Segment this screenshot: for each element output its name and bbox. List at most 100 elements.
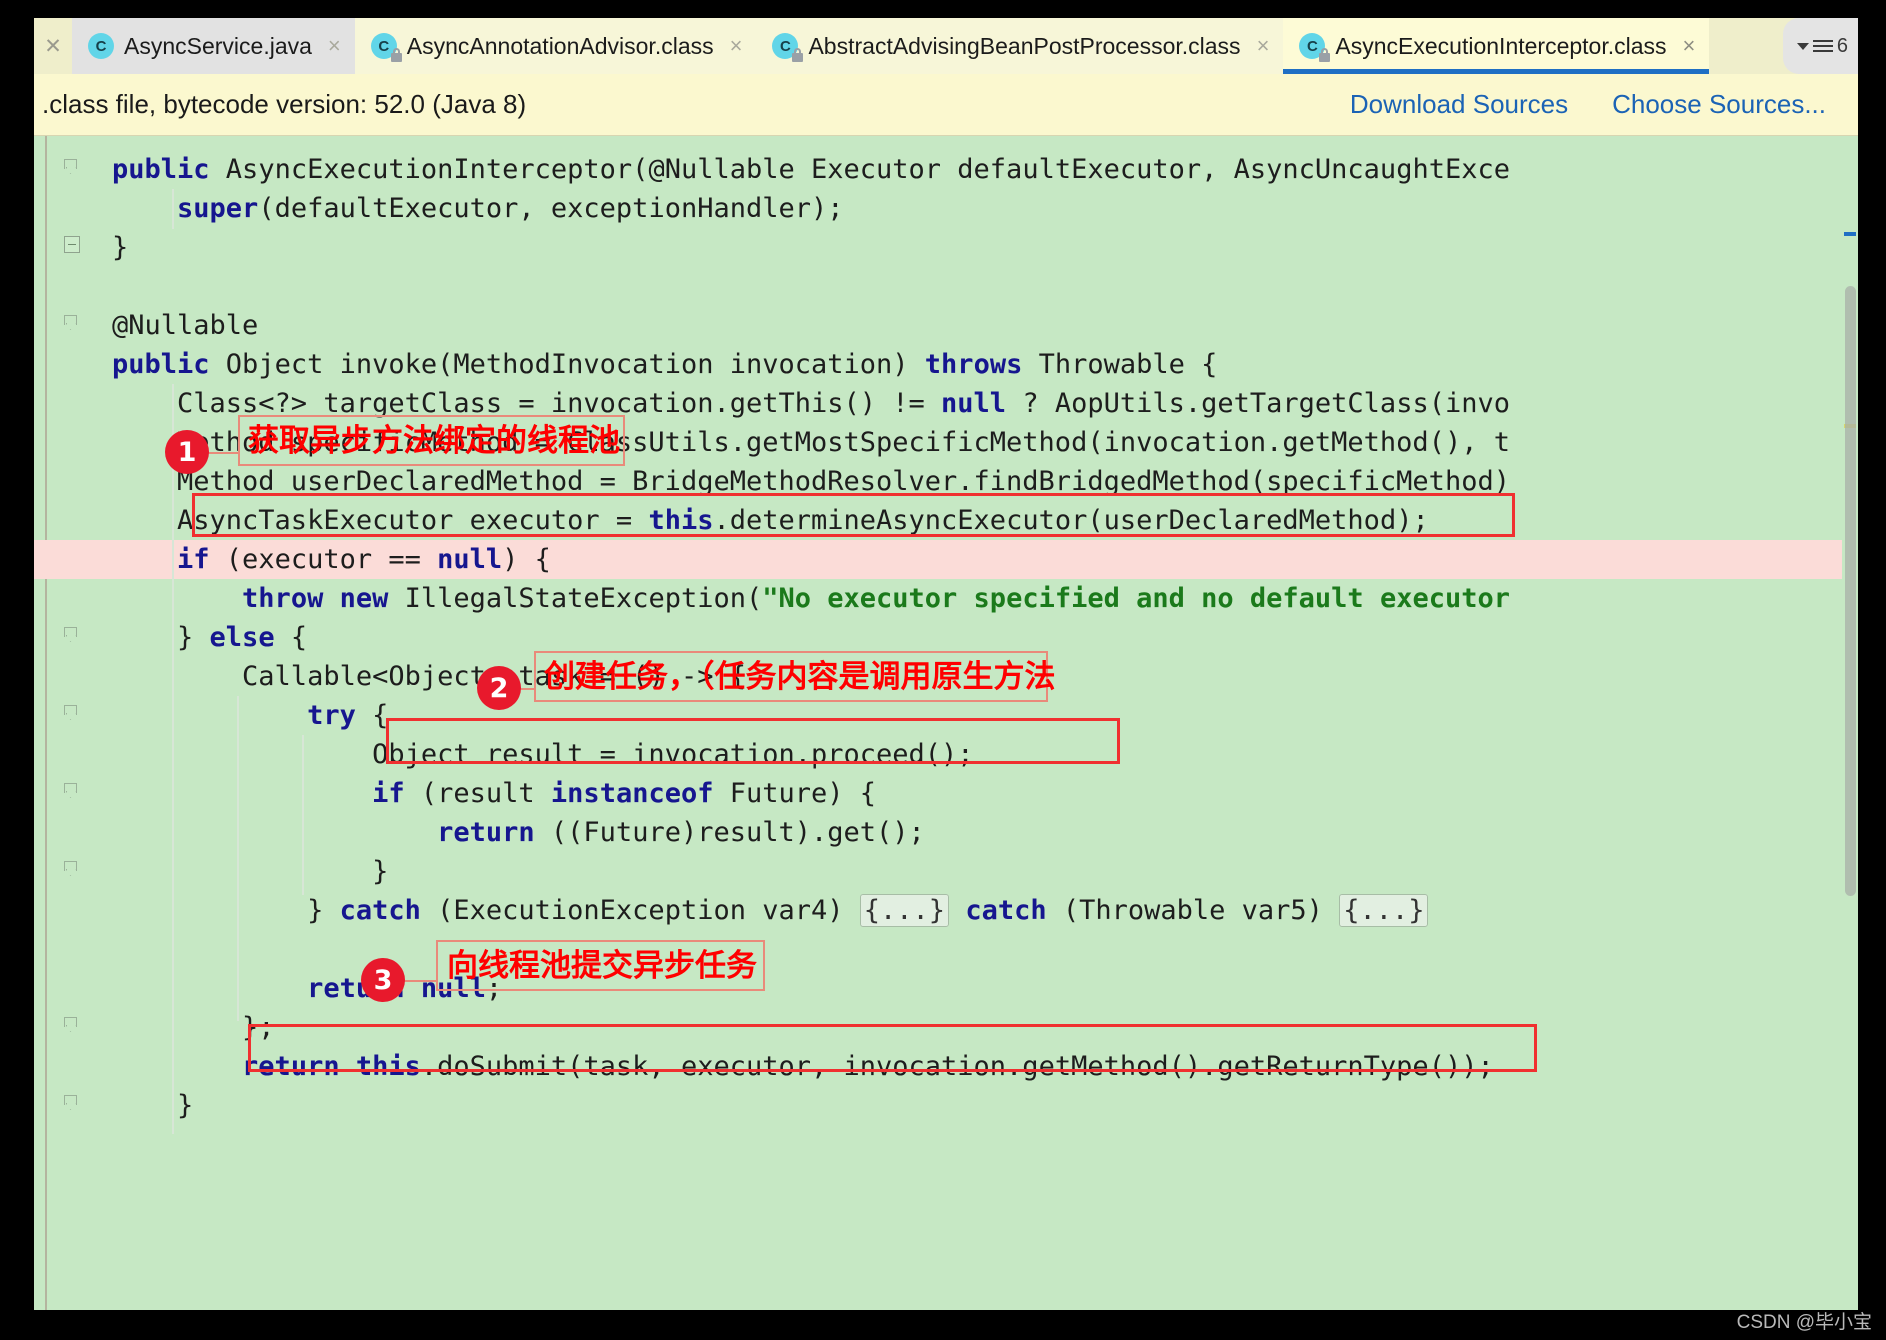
fold-arrow-icon[interactable] — [64, 1094, 80, 1111]
code-text: (defaultExecutor, exceptionHandler); — [258, 193, 844, 224]
code-text: @Nullable — [112, 310, 259, 341]
editor-gutter[interactable] — [34, 136, 112, 1310]
code-text: Class<?> targetClass = invocation.getThi… — [112, 388, 942, 419]
notification-actions: Download Sources Choose Sources... — [1350, 89, 1858, 120]
code-line[interactable]: Method userDeclaredMethod = BridgeMethod… — [112, 462, 1510, 501]
code-line[interactable]: }; — [112, 1008, 275, 1047]
indent-guide — [172, 384, 174, 1134]
fold-minus-icon[interactable] — [64, 236, 80, 253]
tab-close-icon[interactable]: × — [1257, 35, 1270, 57]
java-class-locked-icon: C — [370, 33, 402, 62]
code-line[interactable]: return this.doSubmit(task, executor, inv… — [112, 1047, 1494, 1086]
code-keyword: try — [307, 700, 356, 731]
code-keyword: if — [372, 778, 405, 809]
close-icon[interactable]: ✕ — [34, 18, 72, 74]
code-line[interactable]: } — [112, 852, 388, 891]
code-line[interactable]: try { — [112, 696, 388, 735]
tab-async-execution-interceptor-class[interactable]: C AsyncExecutionInterceptor.class × — [1283, 18, 1710, 74]
code-line[interactable]: Class<?> targetClass = invocation.getThi… — [112, 384, 1510, 423]
code-text: } — [112, 1090, 194, 1121]
tab-async-service-java[interactable]: C AsyncService.java × — [72, 18, 355, 74]
code-keyword: instanceof — [550, 778, 714, 809]
code-line[interactable]: throw new IllegalStateException("No exec… — [112, 579, 1510, 618]
code-text: } — [112, 895, 340, 926]
download-sources-link[interactable]: Download Sources — [1350, 89, 1568, 120]
code-line[interactable]: if (executor == null) { — [112, 540, 551, 579]
choose-sources-link[interactable]: Choose Sources... — [1612, 89, 1826, 120]
code-line[interactable]: public Object invoke(MethodInvocation in… — [112, 345, 1217, 384]
code-text: { — [274, 622, 308, 653]
code-text: ; — [485, 973, 503, 1004]
code-line[interactable]: } catch (ExecutionException var4) {...} … — [112, 891, 1429, 930]
code-keyword: public — [112, 154, 210, 185]
tab-label: AsyncExecutionInterceptor.class — [1335, 32, 1667, 59]
list-icon — [1812, 40, 1833, 52]
code-text: } — [112, 856, 389, 887]
code-line[interactable]: AsyncTaskExecutor executor = this.determ… — [112, 501, 1429, 540]
code-line[interactable]: return ((Future)result).get(); — [112, 813, 925, 852]
code-text: Future) { — [713, 778, 877, 809]
java-class-locked-icon: C — [772, 33, 804, 62]
code-line[interactable]: if (result instanceof Future) { — [112, 774, 876, 813]
vertical-scrollbar[interactable] — [1842, 136, 1858, 1310]
bytecode-version-message: .class file, bytecode version: 52.0 (Jav… — [42, 89, 527, 119]
collapsed-block-chip[interactable]: {...} — [1339, 894, 1429, 927]
code-keyword: return — [437, 817, 535, 848]
code-line[interactable]: return null; — [112, 969, 502, 1008]
code-text: }; — [112, 1012, 275, 1043]
code-keyword: return this — [242, 1051, 421, 1082]
code-line[interactable]: @Nullable — [112, 306, 258, 345]
ide-window: ✕ C AsyncService.java × C AsyncAnnotatio… — [34, 18, 1858, 1310]
tab-close-icon[interactable]: × — [328, 35, 341, 57]
fold-arrow-icon[interactable] — [64, 626, 80, 643]
java-class-icon: C — [88, 33, 114, 59]
code-line[interactable]: Method specificMethod = ClassUtils.getMo… — [112, 423, 1510, 462]
code-line[interactable]: } — [112, 228, 128, 267]
code-line[interactable]: super(defaultExecutor, exceptionHandler)… — [112, 189, 844, 228]
code-text: Method userDeclaredMethod = BridgeMethod… — [112, 466, 1510, 497]
code-line[interactable]: Object result = invocation.proceed(); — [112, 735, 973, 774]
code-line[interactable]: } else { — [112, 618, 307, 657]
tab-abstract-advising-bean-post-processor-class[interactable]: C AbstractAdvisingBeanPostProcessor.clas… — [756, 18, 1284, 74]
fold-arrow-icon[interactable] — [64, 860, 80, 877]
code-editor[interactable]: public AsyncExecutionInterceptor(@Nullab… — [34, 136, 1858, 1310]
code-text: AsyncTaskExecutor executor = — [112, 505, 649, 536]
fold-arrow-icon[interactable] — [64, 158, 80, 175]
code-line[interactable]: } — [112, 1086, 193, 1125]
fold-arrow-icon[interactable] — [64, 314, 80, 331]
indent-guide — [172, 1047, 174, 1127]
indent-guide — [237, 696, 239, 1021]
fold-arrow-icon[interactable] — [64, 704, 80, 721]
tab-overflow-button[interactable]: 6 — [1782, 18, 1858, 74]
tab-close-icon[interactable]: × — [1683, 35, 1696, 57]
code-line[interactable]: Callable<Object> task = () -> { — [112, 657, 746, 696]
code-keyword: this — [648, 505, 714, 536]
fold-arrow-icon[interactable] — [64, 782, 80, 799]
scrollbar-marker[interactable] — [1844, 232, 1856, 236]
code-keyword: throw new — [242, 583, 389, 614]
java-class-locked-icon: C — [1299, 33, 1331, 62]
bytecode-notification-bar: .class file, bytecode version: 52.0 (Jav… — [34, 74, 1858, 136]
code-text-area[interactable]: public AsyncExecutionInterceptor(@Nullab… — [34, 136, 1858, 1310]
code-keyword: if — [177, 544, 210, 575]
code-keyword: null — [941, 388, 1007, 419]
code-text: { — [355, 700, 389, 731]
code-text: } — [112, 622, 210, 653]
watermark: CSDN @毕小宝 — [1736, 1312, 1872, 1333]
fold-arrow-icon[interactable] — [64, 1016, 80, 1033]
code-keyword: else — [209, 622, 275, 653]
code-line[interactable]: public AsyncExecutionInterceptor(@Nullab… — [112, 150, 1510, 189]
code-text: ) { — [502, 544, 551, 575]
collapsed-block-chip[interactable]: {...} — [859, 894, 950, 927]
vertical-scrollbar-thumb[interactable] — [1845, 286, 1856, 896]
code-keyword: public — [112, 349, 210, 380]
tab-close-icon[interactable]: × — [730, 35, 743, 57]
tab-async-annotation-advisor-class[interactable]: C AsyncAnnotationAdvisor.class × — [354, 18, 757, 74]
editor-tab-bar: ✕ C AsyncService.java × C AsyncAnnotatio… — [34, 18, 1858, 75]
